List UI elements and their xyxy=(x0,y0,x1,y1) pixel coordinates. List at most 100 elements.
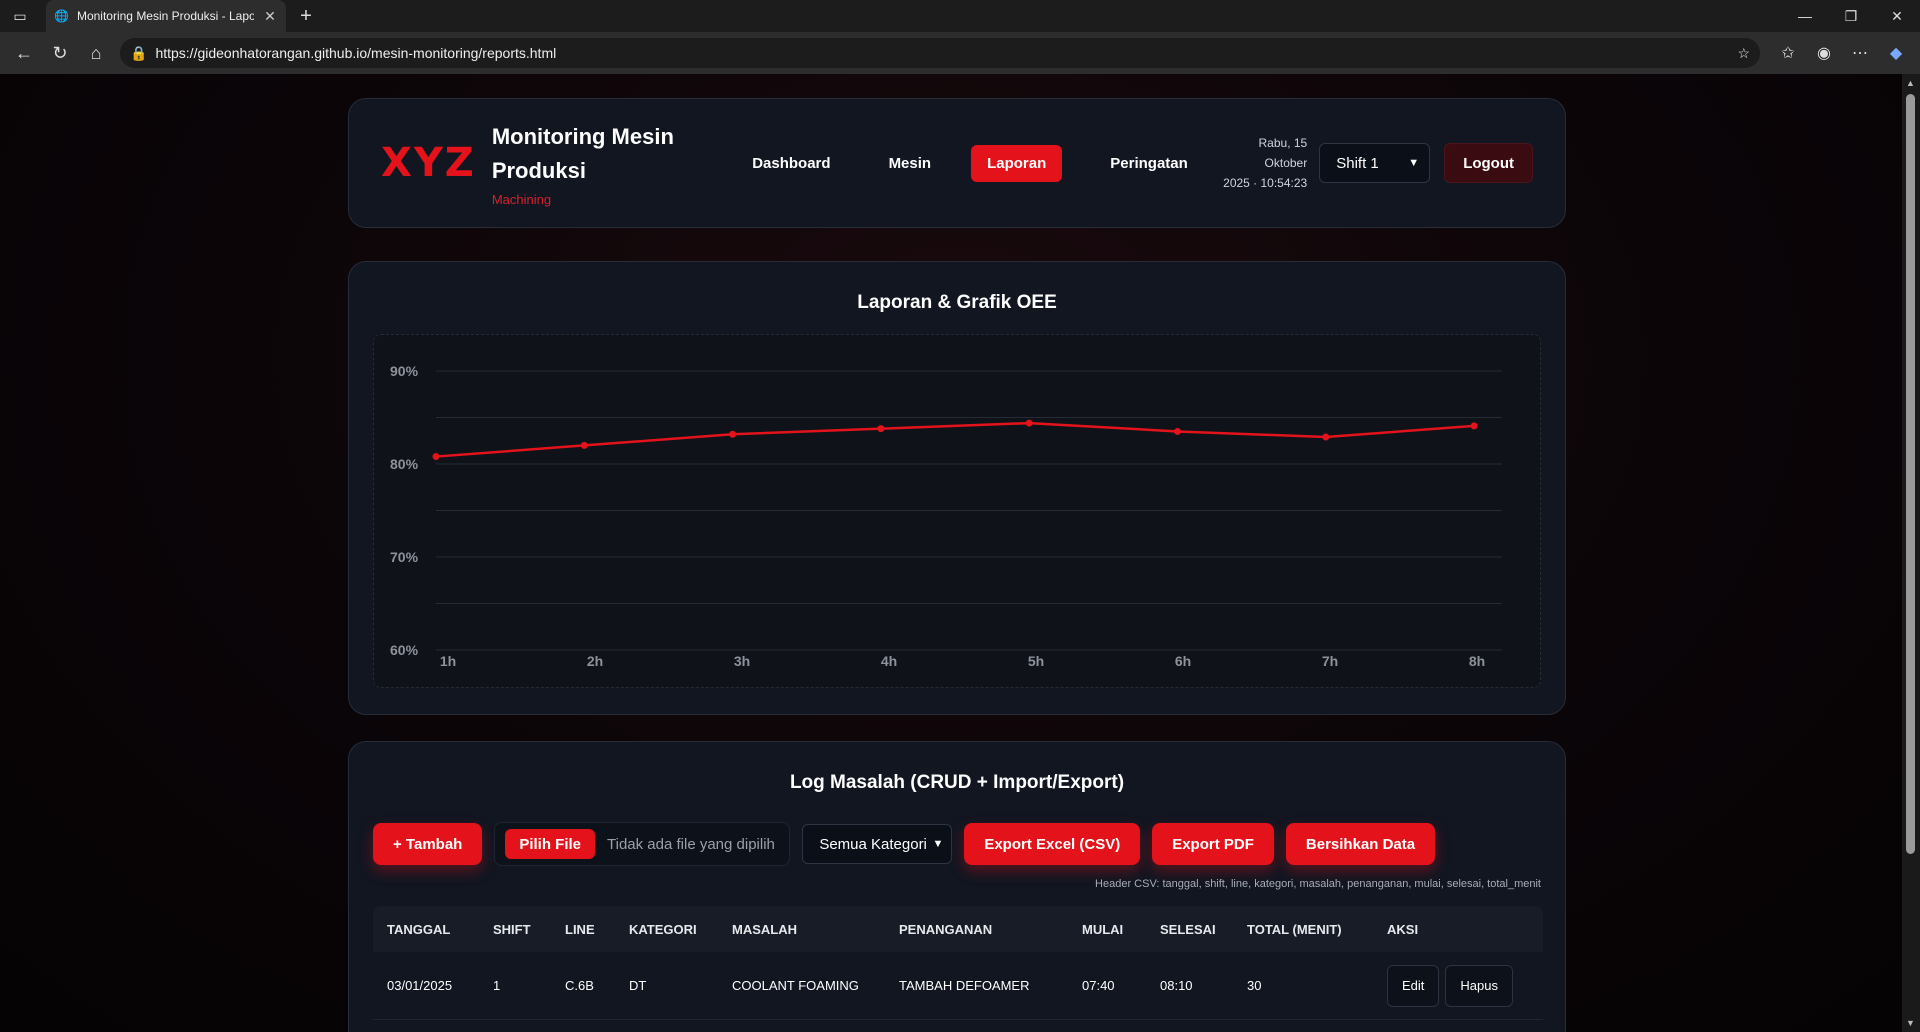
log-title: Log Masalah (CRUD + Import/Export) xyxy=(789,772,1125,793)
log-card: Log Masalah (CRUD + Import/Export) + Tam… xyxy=(348,741,1566,1032)
delete-button[interactable]: Hapus xyxy=(1445,964,1513,1007)
page-scrollbar[interactable]: ▲ ▼ xyxy=(1902,74,1920,1032)
globe-icon: 🌐 xyxy=(54,9,69,23)
csv-hint: Header CSV: tanggal, shift, line, katego… xyxy=(1095,878,1541,890)
log-table: TANGGAL SHIFT LINE KATEGORI MASALAH PENA… xyxy=(373,906,1543,1020)
more-menu-icon[interactable]: ⋯ xyxy=(1844,37,1876,69)
chevron-down-icon: ▼ xyxy=(1408,157,1420,169)
x-tick-label: 1h xyxy=(440,653,456,669)
x-tick-label: 7h xyxy=(1322,653,1338,669)
page-viewport: XYZ Monitoring Mesin Produksi Machining … xyxy=(0,74,1920,1032)
series-line xyxy=(435,421,1475,458)
new-tab-icon[interactable]: + xyxy=(292,2,320,30)
tab-actions-icon[interactable]: ▭ xyxy=(8,4,32,28)
nav-laporan[interactable]: Laporan xyxy=(971,144,1063,182)
x-tick-label: 2h xyxy=(587,653,603,669)
nav-peringatan[interactable]: Peringatan xyxy=(1094,145,1204,182)
y-tick-label: 60% xyxy=(390,642,419,658)
export-csv-button[interactable]: Export Excel (CSV) xyxy=(964,823,1141,865)
data-point xyxy=(729,430,737,438)
x-tick-label: 8h xyxy=(1469,653,1485,669)
cell-line: C.6B xyxy=(565,978,594,993)
home-icon[interactable]: ⌂ xyxy=(80,37,112,69)
data-point xyxy=(1322,433,1330,441)
oee-chart-card: Laporan & Grafik OEE 60% 70% 80% 90% 1h 2h 3h 4… xyxy=(348,261,1566,715)
chevron-down-icon: ▼ xyxy=(932,838,944,850)
cell-penanganan: TAMBAH DEFOAMER xyxy=(899,978,1030,993)
col-kategori: KATEGORI xyxy=(629,921,697,937)
close-window-icon[interactable]: ✕ xyxy=(1874,0,1920,32)
data-point xyxy=(1470,422,1478,430)
refresh-icon[interactable]: ↻ xyxy=(44,37,76,69)
chart-title: Laporan & Grafik OEE xyxy=(857,292,1057,313)
chart-area: 60% 70% 80% 90% 1h 2h 3h 4h 5h 6h 7h 8h xyxy=(373,334,1541,688)
logo: XYZ xyxy=(381,140,476,186)
file-input[interactable]: Pilih File Tidak ada file yang dipilih xyxy=(494,822,791,866)
favorites-icon[interactable]: ✩ xyxy=(1772,37,1804,69)
tab-title: Monitoring Mesin Produksi - Laporan xyxy=(76,9,254,23)
close-tab-icon[interactable]: ✕ xyxy=(262,8,278,25)
url-field[interactable]: 🔒 https://gideonhatorangan.github.io/mes… xyxy=(120,38,1760,68)
category-value: Semua Kategori xyxy=(819,835,927,853)
date-text: Rabu, 15 Oktober xyxy=(1258,136,1308,170)
scroll-up-icon[interactable]: ▲ xyxy=(1906,78,1915,88)
copilot-icon[interactable]: ◆ xyxy=(1880,37,1912,69)
lock-icon: 🔒 xyxy=(130,44,148,61)
app-title-line2: Produksi xyxy=(491,157,586,183)
profile-avatar-icon[interactable]: ◉ xyxy=(1808,37,1840,69)
add-button[interactable]: + Tambah xyxy=(373,823,483,865)
scrollbar-thumb[interactable] xyxy=(1906,94,1915,854)
data-point xyxy=(432,453,440,461)
cell-tanggal: 03/01/2025 xyxy=(387,978,453,993)
data-point xyxy=(580,441,588,449)
logout-button[interactable]: Logout xyxy=(1444,143,1533,183)
y-tick-label: 70% xyxy=(390,549,419,565)
table-row: 03/01/2025 1 C.6B DT COOLANT FOAMING TAM… xyxy=(373,952,1543,1020)
main-nav: Dashboard Mesin Laporan Peringatan xyxy=(736,144,1204,182)
app-subtitle: Machining xyxy=(491,191,552,207)
col-total: TOTAL (MENIT) xyxy=(1247,921,1342,937)
data-point xyxy=(1174,427,1181,435)
minimize-icon[interactable]: — xyxy=(1782,0,1828,32)
col-masalah: MASALAH xyxy=(732,921,797,937)
cell-total: 30 xyxy=(1247,978,1262,993)
nav-mesin[interactable]: Mesin xyxy=(873,145,948,182)
scroll-down-icon[interactable]: ▼ xyxy=(1906,1018,1915,1028)
data-point xyxy=(1025,419,1033,427)
col-mulai: MULAI xyxy=(1082,921,1124,937)
col-tanggal: TANGGAL xyxy=(387,921,451,937)
file-status: Tidak ada file yang dipilih xyxy=(607,835,775,853)
browser-tabbar: ▭ 🌐 Monitoring Mesin Produksi - Laporan … xyxy=(0,0,1920,32)
back-icon[interactable]: ← xyxy=(8,37,40,69)
x-tick-label: 3h xyxy=(734,653,750,669)
y-tick-label: 90% xyxy=(390,363,419,379)
datetime: Rabu, 15 Oktober 2025 · 10:54:23 xyxy=(1222,133,1307,193)
category-select[interactable]: Semua Kategori ▼ xyxy=(802,824,953,864)
export-pdf-button[interactable]: Export PDF xyxy=(1152,823,1274,865)
cell-shift: 1 xyxy=(493,978,501,993)
time-text: 2025 · 10:54:23 xyxy=(1223,176,1308,190)
col-line: LINE xyxy=(565,921,595,937)
choose-file-button[interactable]: Pilih File xyxy=(505,829,596,859)
col-penanganan: PENANGANAN xyxy=(899,921,993,937)
favorite-star-icon[interactable]: ☆ xyxy=(1737,45,1750,62)
y-tick-label: 80% xyxy=(390,456,419,472)
log-toolbar: + Tambah Pilih File Tidak ada file yang … xyxy=(373,822,1436,866)
browser-tab[interactable]: 🌐 Monitoring Mesin Produksi - Laporan ✕ xyxy=(46,0,286,32)
edit-button[interactable]: Edit xyxy=(1387,964,1440,1007)
oee-line-chart: 60% 70% 80% 90% 1h 2h 3h 4h 5h 6h 7h 8h xyxy=(390,363,1502,669)
cell-selesai: 08:10 xyxy=(1160,978,1193,993)
col-shift: SHIFT xyxy=(493,921,531,937)
clear-data-button[interactable]: Bersihkan Data xyxy=(1285,823,1436,865)
app-header: XYZ Monitoring Mesin Produksi Machining … xyxy=(348,98,1566,228)
table-header: TANGGAL SHIFT LINE KATEGORI MASALAH PENA… xyxy=(373,906,1543,952)
row-actions: Edit Hapus xyxy=(1373,964,1543,1007)
x-tick-label: 4h xyxy=(881,653,897,669)
col-aksi: AKSI xyxy=(1387,921,1419,937)
url-text: https://gideonhatorangan.github.io/mesin… xyxy=(155,45,557,61)
nav-dashboard[interactable]: Dashboard xyxy=(736,145,846,182)
restore-icon[interactable]: ❐ xyxy=(1828,0,1874,32)
app-title-line1: Monitoring Mesin xyxy=(491,123,674,149)
shift-select[interactable]: Shift 1 ▼ xyxy=(1319,143,1431,183)
cell-masalah: COOLANT FOAMING xyxy=(732,978,859,993)
